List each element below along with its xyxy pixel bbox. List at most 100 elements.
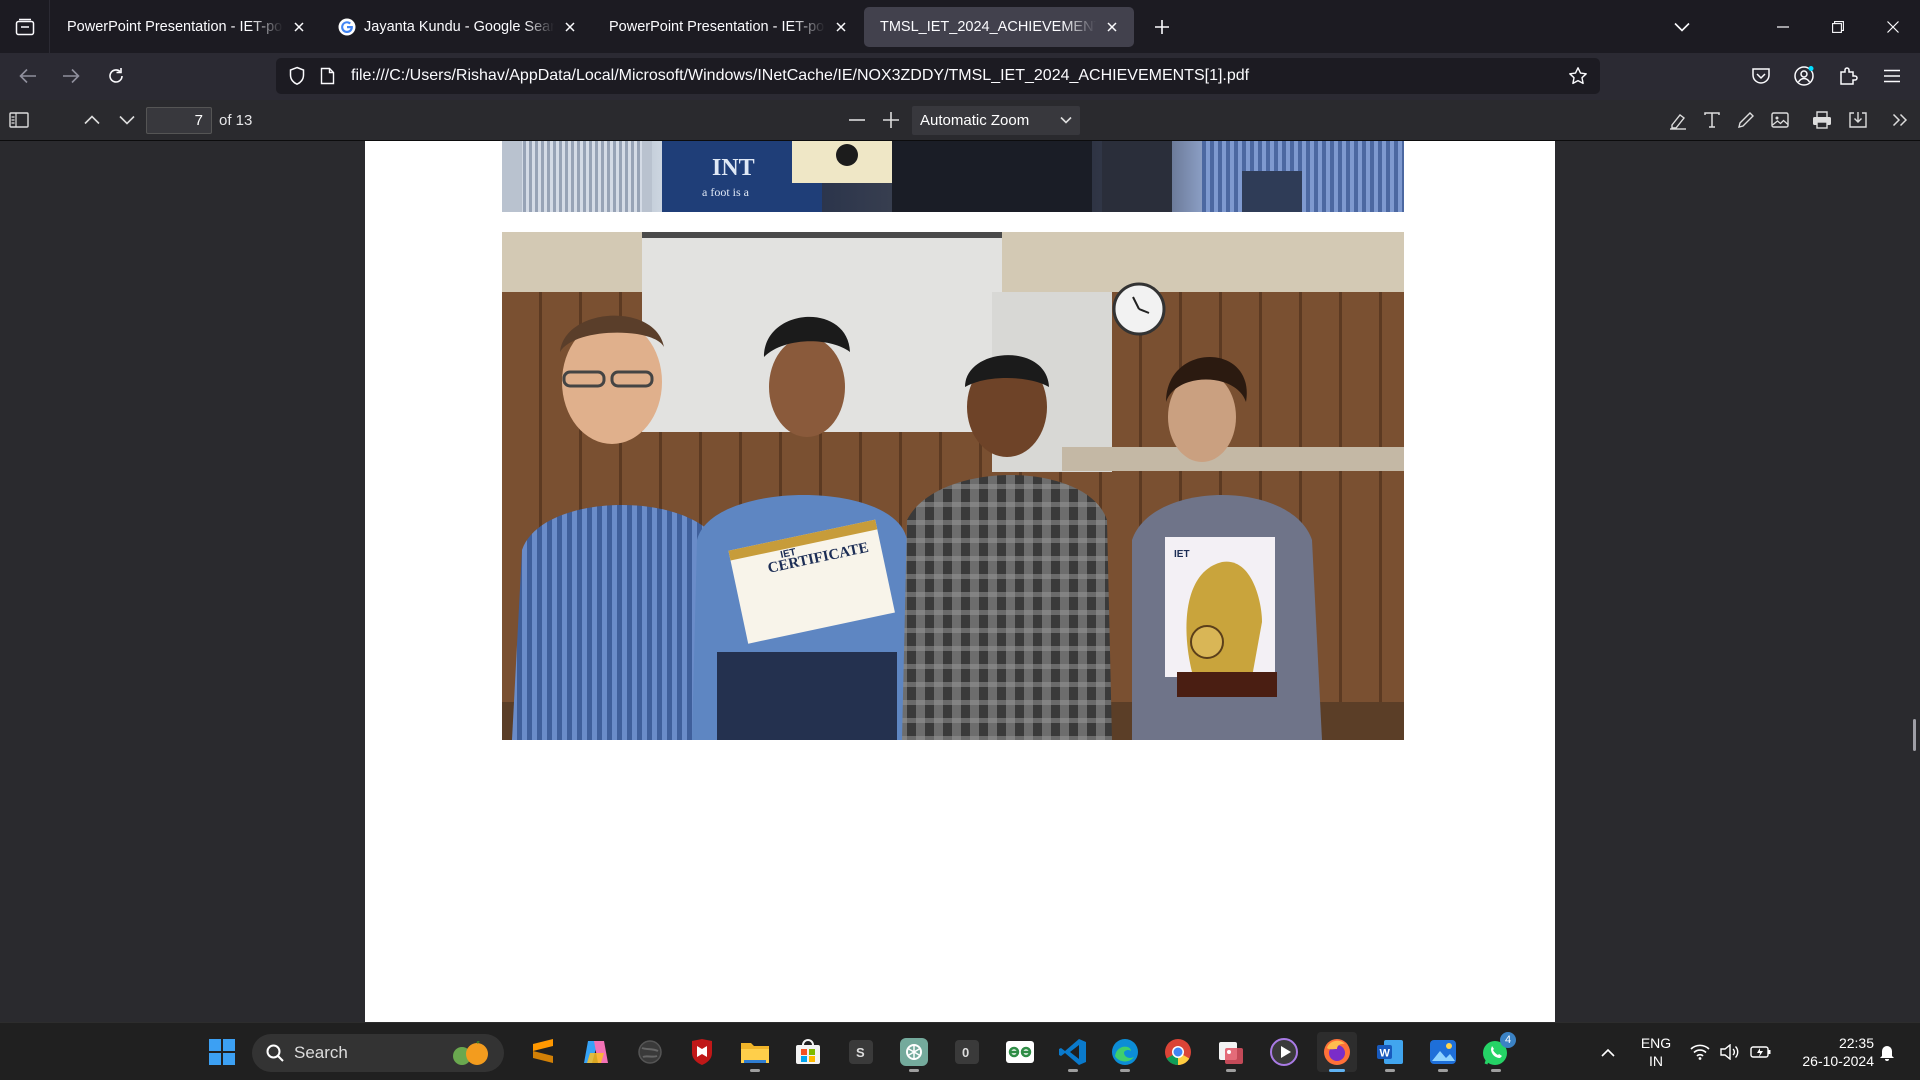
photos-icon — [1430, 1040, 1456, 1064]
page-number-input[interactable]: 7 — [146, 107, 212, 134]
pdf-viewer[interactable]: INT a foot is a CERTIFICATE IET IET — [0, 141, 1920, 1022]
chatgpt-app[interactable] — [894, 1032, 934, 1072]
navigation-bar: file:///C:/Users/Rishav/AppData/Local/Mi… — [0, 53, 1920, 100]
photo-group-top: INT a foot is a — [502, 141, 1404, 212]
windows-logo-icon — [209, 1039, 235, 1065]
pocket-button[interactable] — [1745, 60, 1777, 92]
file-explorer-app[interactable] — [735, 1032, 775, 1072]
taskbar-search[interactable]: Search — [252, 1034, 504, 1072]
battery-button[interactable] — [1744, 1032, 1778, 1072]
account-button[interactable] — [1788, 60, 1820, 92]
zoom-in-button[interactable] — [877, 106, 905, 134]
edge-icon — [1112, 1039, 1138, 1065]
zero-app[interactable]: 0 — [947, 1032, 987, 1072]
url-bar[interactable]: file:///C:/Users/Rishav/AppData/Local/Mi… — [276, 58, 1600, 94]
tab-powerpoint-2[interactable]: PowerPoint Presentation - IET-power — [593, 7, 863, 47]
new-tab-button[interactable] — [1142, 7, 1182, 47]
list-all-tabs-button[interactable] — [1666, 12, 1698, 42]
text-tool-button[interactable] — [1698, 106, 1726, 134]
tools-menu-button[interactable] — [1886, 106, 1914, 134]
page-info-icon[interactable] — [320, 67, 335, 85]
add-image-button[interactable] — [1766, 106, 1794, 134]
back-button[interactable] — [12, 60, 44, 92]
highlight-button[interactable] — [1664, 106, 1692, 134]
zoom-out-button[interactable] — [843, 106, 871, 134]
word-icon: W — [1377, 1040, 1403, 1064]
account-icon — [1794, 66, 1814, 86]
chrome-icon — [1165, 1039, 1191, 1066]
wifi-button[interactable] — [1683, 1032, 1717, 1072]
tab-pdf-achievements[interactable]: TMSL_IET_2024_ACHIEVEMENTS[1].pdf — [864, 6, 1134, 47]
language-indicator[interactable]: ENG IN — [1636, 1034, 1676, 1070]
close-window-button[interactable] — [1865, 0, 1920, 53]
shield-icon[interactable] — [288, 66, 306, 86]
close-tab-icon[interactable] — [831, 17, 851, 37]
text-icon — [1704, 112, 1720, 128]
url-text[interactable]: file:///C:/Users/Rishav/AppData/Local/Mi… — [351, 67, 1249, 85]
geeksforgeeks-app[interactable] — [1000, 1032, 1040, 1072]
previous-page-button[interactable] — [78, 106, 106, 134]
microsoft-store-app[interactable] — [788, 1032, 828, 1072]
printer-icon — [1813, 111, 1831, 129]
sublime-text-app[interactable] — [523, 1032, 563, 1072]
google-icon — [338, 18, 356, 36]
edge-app[interactable] — [1105, 1032, 1145, 1072]
tab-title: PowerPoint Presentation - IET-power — [609, 18, 825, 35]
puzzle-icon — [1840, 67, 1858, 85]
menu-button[interactable] — [1876, 60, 1908, 92]
scrollbar-thumb[interactable] — [1913, 719, 1916, 751]
draw-button[interactable] — [1732, 106, 1760, 134]
firefox-view-button[interactable] — [0, 0, 50, 53]
clock[interactable]: 22:35 26-10-2024 — [1784, 1034, 1874, 1070]
mcafee-app[interactable] — [682, 1032, 722, 1072]
bookmark-star-icon[interactable] — [1568, 66, 1588, 86]
vscode-app[interactable] — [1053, 1032, 1093, 1072]
plus-icon — [883, 112, 899, 128]
save-button[interactable] — [1844, 106, 1872, 134]
volume-button[interactable] — [1713, 1032, 1747, 1072]
region-code: IN — [1649, 1053, 1663, 1069]
print-button[interactable] — [1808, 106, 1836, 134]
start-button[interactable] — [202, 1032, 242, 1072]
s-app[interactable]: S — [841, 1032, 881, 1072]
media-player-app[interactable] — [1264, 1032, 1304, 1072]
chrome-app[interactable] — [1158, 1032, 1198, 1072]
photos-app[interactable] — [1423, 1032, 1463, 1072]
tab-google-search[interactable]: Jayanta Kundu - Google Search — [322, 7, 592, 47]
show-hidden-icons-button[interactable] — [1590, 1032, 1626, 1072]
close-tab-icon[interactable] — [1102, 17, 1122, 37]
forward-button[interactable] — [55, 60, 87, 92]
reload-button[interactable] — [100, 60, 132, 92]
pdf-toolbar: 7 of 13 Automatic Zoom — [0, 100, 1920, 141]
sidebar-toggle-button[interactable] — [5, 106, 33, 134]
close-tab-icon[interactable] — [289, 17, 309, 37]
store-icon — [796, 1039, 820, 1064]
snipping-tool-app[interactable] — [1211, 1032, 1251, 1072]
reload-icon — [109, 68, 123, 83]
firefox-icon — [1324, 1039, 1350, 1065]
double-chevron-right-icon — [1892, 113, 1908, 127]
next-page-button[interactable] — [113, 106, 141, 134]
firefox-app[interactable] — [1317, 1032, 1357, 1072]
tab-powerpoint-1[interactable]: PowerPoint Presentation - IET-power — [51, 7, 321, 47]
minimize-button[interactable] — [1755, 0, 1811, 53]
pen-icon — [1738, 112, 1754, 128]
award-ceremony-photo: CERTIFICATE IET IET — [502, 232, 1404, 740]
notifications-button[interactable] — [1870, 1032, 1904, 1072]
pdf-page: INT a foot is a CERTIFICATE IET IET — [365, 141, 1555, 1022]
tab-title: TMSL_IET_2024_ACHIEVEMENTS[1].pdf — [880, 18, 1096, 35]
language-code: ENG — [1640, 1035, 1672, 1051]
mcafee-icon — [692, 1039, 712, 1065]
restore-button[interactable] — [1810, 0, 1866, 53]
chevron-up-icon — [1601, 1048, 1615, 1057]
notification-badge: 4 — [1500, 1032, 1516, 1048]
arrow-right-icon — [63, 68, 80, 84]
word-app[interactable]: W — [1370, 1032, 1410, 1072]
whatsapp-app[interactable]: 4 — [1476, 1032, 1516, 1072]
close-tab-icon[interactable] — [560, 17, 580, 37]
close-icon — [1887, 20, 1899, 33]
globe-app[interactable] — [630, 1032, 670, 1072]
extensions-button[interactable] — [1832, 60, 1864, 92]
zoom-select[interactable]: Automatic Zoom — [912, 106, 1080, 135]
copilot-app[interactable] — [576, 1032, 616, 1072]
